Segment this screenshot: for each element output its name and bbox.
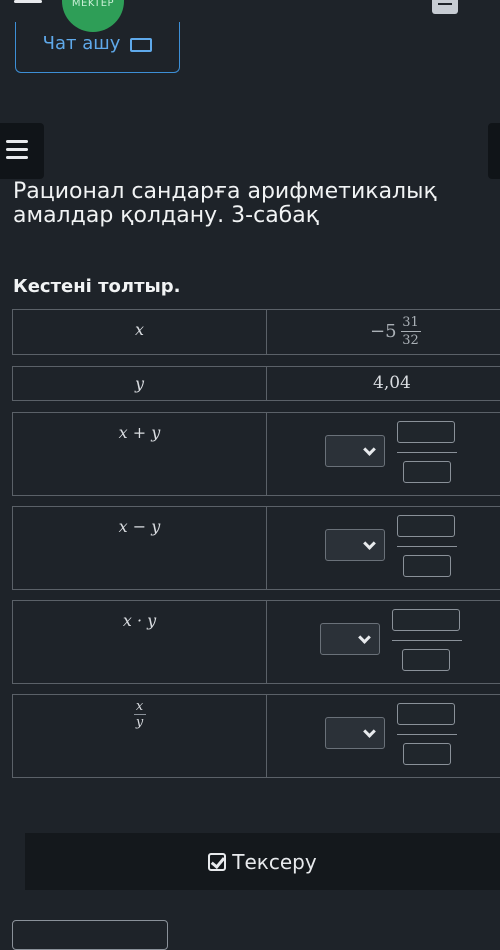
- fraction-input-quotient: [397, 703, 467, 767]
- row-answer-sum: [266, 413, 500, 495]
- lesson-title: Рационал сандарға арифметикалық амалдар …: [13, 179, 437, 228]
- row-answer-quotient: [266, 695, 500, 777]
- chat-icon: [130, 38, 153, 52]
- check-answer-button[interactable]: Тексеру: [25, 833, 500, 890]
- row-value-y: 4,04: [266, 367, 500, 400]
- denominator-x: 32: [402, 333, 419, 348]
- denominator-input-difference[interactable]: [403, 555, 451, 577]
- table-row-x: x −5 31 32: [12, 309, 500, 355]
- fraction-label-quotient: x y: [13, 695, 266, 730]
- hamburger-menu-icon: [6, 140, 28, 143]
- table-row-sum: x + y: [12, 412, 500, 496]
- denominator-input-sum[interactable]: [403, 461, 451, 483]
- numerator-input-quotient[interactable]: [397, 703, 455, 725]
- task-instruction: Кестені толтыр.: [13, 276, 181, 297]
- row-answer-difference: [266, 507, 500, 589]
- fraction-x: 31 32: [400, 314, 421, 349]
- side-panel-toggle[interactable]: [488, 123, 500, 179]
- numerator-x: 31: [402, 315, 419, 330]
- chevron-down-icon: [363, 443, 376, 456]
- row-label-x: x: [13, 310, 267, 354]
- row-label-quotient: x y: [13, 695, 267, 777]
- label-y: y: [134, 374, 145, 393]
- row-label-difference: x − y: [13, 507, 267, 589]
- open-chat-label: Чат ашу: [42, 33, 121, 54]
- sign-select-difference[interactable]: [325, 529, 385, 561]
- chevron-down-icon: [358, 631, 371, 644]
- check-answer-label: Тексеру: [232, 849, 317, 874]
- whole-part-x: −5: [370, 321, 397, 342]
- fraction-input-product: [392, 609, 462, 673]
- book-icon[interactable]: [432, 0, 458, 14]
- label-sum: x + y: [118, 423, 161, 442]
- sign-select-sum[interactable]: [325, 435, 385, 467]
- row-label-y: y: [13, 367, 267, 400]
- row-answer-product: [266, 601, 500, 683]
- label-product: x · y: [122, 611, 157, 630]
- numerator-input-sum[interactable]: [397, 421, 455, 443]
- table-row-y: y 4,04: [12, 366, 500, 401]
- sign-select-quotient[interactable]: [325, 717, 385, 749]
- label-x: x: [134, 320, 145, 339]
- fraction-input-difference: [397, 515, 467, 579]
- menu-icon[interactable]: [8, 0, 42, 18]
- mixed-number-x: −5 31 32: [370, 314, 421, 349]
- row-label-sum: x + y: [13, 413, 267, 495]
- fraction-input-sum: [397, 421, 467, 485]
- side-menu-button[interactable]: [0, 123, 44, 179]
- table-row-difference: x − y: [12, 506, 500, 590]
- label-numerator-x: x: [135, 699, 144, 714]
- numerator-input-difference[interactable]: [397, 515, 455, 537]
- value-y: 4,04: [373, 373, 411, 393]
- denominator-input-quotient[interactable]: [403, 743, 451, 765]
- top-bar: MEKTEP: [0, 0, 500, 32]
- numerator-input-product[interactable]: [392, 609, 460, 631]
- table-row-quotient: x y: [12, 694, 500, 778]
- open-chat-button[interactable]: Чат ашу: [15, 22, 180, 73]
- label-difference: x − y: [118, 517, 161, 536]
- check-square-icon: [208, 852, 227, 871]
- sign-select-product[interactable]: [320, 623, 380, 655]
- label-denominator-y: y: [135, 715, 144, 730]
- chevron-down-icon: [363, 537, 376, 550]
- denominator-input-product[interactable]: [402, 649, 450, 671]
- table-row-product: x · y: [12, 600, 500, 684]
- row-value-x: −5 31 32: [266, 310, 500, 354]
- bottom-button[interactable]: [12, 920, 168, 950]
- row-label-product: x · y: [13, 601, 267, 683]
- chevron-down-icon: [363, 725, 376, 738]
